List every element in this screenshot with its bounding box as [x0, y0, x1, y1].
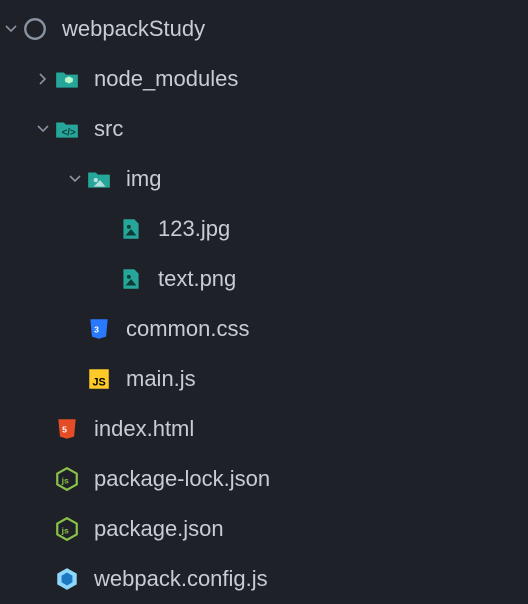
file-label: 123.jpg: [158, 216, 230, 242]
tree-file-html[interactable]: 5 index.html: [0, 404, 528, 454]
chevron-down-icon[interactable]: [0, 23, 22, 35]
tree-root[interactable]: webpackStudy: [0, 4, 528, 54]
svg-text:5: 5: [62, 424, 67, 434]
chevron-down-icon[interactable]: [32, 123, 54, 135]
tree-folder-node-modules[interactable]: node_modules: [0, 54, 528, 104]
tree-file-image[interactable]: text.png: [0, 254, 528, 304]
folder-img-icon: [86, 166, 112, 192]
file-label: index.html: [94, 416, 194, 442]
svg-text:js: js: [61, 475, 69, 485]
file-label: text.png: [158, 266, 236, 292]
file-label: webpack.config.js: [94, 566, 268, 592]
chevron-right-icon[interactable]: [32, 73, 54, 85]
tree-file-package-lock[interactable]: js package-lock.json: [0, 454, 528, 504]
svg-text:js: js: [61, 525, 69, 535]
folder-src-icon: </>: [54, 116, 80, 142]
image-file-icon: [118, 266, 144, 292]
folder-label: node_modules: [94, 66, 238, 92]
tree-file-package[interactable]: js package.json: [0, 504, 528, 554]
file-label: package-lock.json: [94, 466, 270, 492]
tree-file-css[interactable]: 3 common.css: [0, 304, 528, 354]
chevron-down-icon[interactable]: [64, 173, 86, 185]
tree-file-image[interactable]: 123.jpg: [0, 204, 528, 254]
project-circle-icon: [22, 16, 48, 42]
tree-file-js[interactable]: JS main.js: [0, 354, 528, 404]
file-label: package.json: [94, 516, 224, 542]
file-label: common.css: [126, 316, 249, 342]
nodejs-file-icon: js: [54, 466, 80, 492]
folder-node-icon: [54, 66, 80, 92]
nodejs-file-icon: js: [54, 516, 80, 542]
file-label: main.js: [126, 366, 196, 392]
tree-folder-img[interactable]: img: [0, 154, 528, 204]
tree-folder-src[interactable]: </> src: [0, 104, 528, 154]
folder-label: img: [126, 166, 161, 192]
css-file-icon: 3: [86, 316, 112, 342]
svg-text:</>: </>: [62, 128, 76, 139]
webpack-file-icon: [54, 566, 80, 592]
folder-label: src: [94, 116, 123, 142]
svg-text:3: 3: [94, 324, 99, 334]
image-file-icon: [118, 216, 144, 242]
js-file-icon: JS: [86, 366, 112, 392]
tree-root-label: webpackStudy: [62, 16, 205, 42]
html-file-icon: 5: [54, 416, 80, 442]
tree-file-webpack-config[interactable]: webpack.config.js: [0, 554, 528, 604]
svg-text:JS: JS: [93, 377, 106, 389]
